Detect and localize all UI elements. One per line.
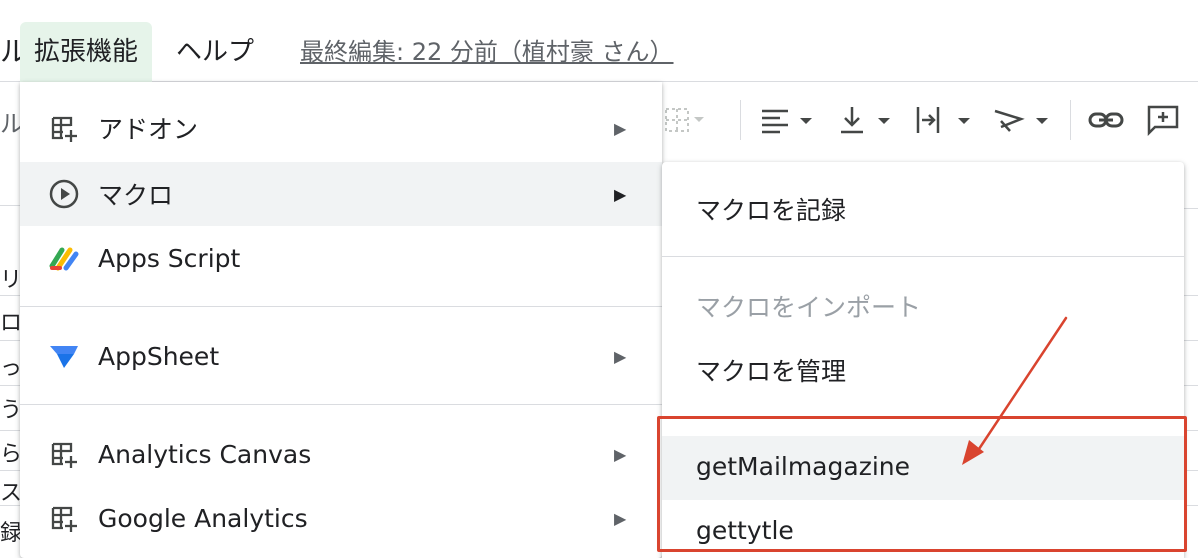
annotation-arrow-icon xyxy=(962,316,1068,465)
